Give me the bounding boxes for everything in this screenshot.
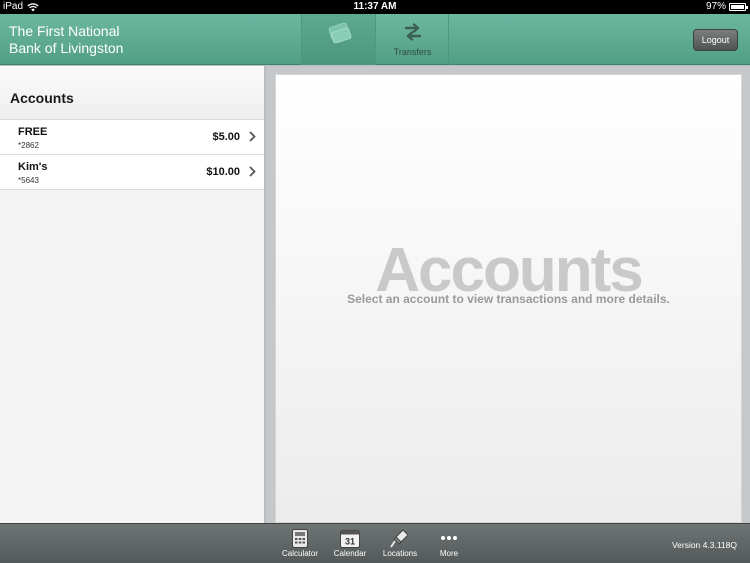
sidebar-title: Accounts [0,66,264,120]
placeholder-subtitle: Select an account to view transactions a… [347,292,670,306]
toolbar-more-label: More [439,549,459,558]
account-balance: $5.00 [212,131,240,143]
accounts-sidebar: Accounts FREE *2862 $5.00 Kim's *5643 $1… [0,66,265,523]
tab-transfers[interactable]: Transfers [375,14,449,65]
bank-name-line-2: Bank of Livingston [9,40,124,56]
calendar-icon: 31 [340,527,360,549]
account-name: Kim's [18,161,48,173]
toolbar-more[interactable]: More [424,527,474,563]
account-balance: $10.00 [206,166,240,178]
bottom-toolbar: Calculator 31 Calendar Locations More Ve… [0,523,750,563]
tab-divider [448,14,449,65]
status-time: 11:37 AM [353,1,397,12]
toolbar-calculator-label: Calculator [281,549,318,558]
toolbar-calendar[interactable]: 31 Calendar [325,527,375,563]
calculator-icon [292,527,308,549]
bank-name: The First National Bank of Livingston [9,23,123,57]
toolbar-calendar-label: Calendar [333,549,367,558]
toolbar-locations[interactable]: Locations [375,527,425,563]
bank-name-line-1: The First National [9,23,120,39]
chevron-right-icon [249,166,256,177]
logout-button[interactable]: Logout [693,29,738,51]
transfer-arrows-icon [376,23,449,41]
battery-percent: 97% [705,1,726,12]
account-number: *5643 [18,176,39,185]
version-label: Version 4.3.118Q [671,540,737,550]
toolbar-locations-label: Locations [382,549,418,558]
battery-icon [729,3,748,11]
accounts-cards-icon [302,23,375,43]
toolbar-calculator[interactable]: Calculator [275,527,325,563]
tab-accounts[interactable] [301,14,375,65]
status-bar: iPad 11:37 AM 97% [0,0,750,14]
chevron-right-icon [249,131,256,142]
account-row-free[interactable]: FREE *2862 $5.00 [0,120,264,155]
account-row-kims[interactable]: Kim's *5643 $10.00 [0,155,264,190]
calendar-day: 31 [345,536,355,546]
map-pin-icon [390,527,410,549]
app-header: The First National Bank of Livingston Tr… [0,14,750,65]
account-name: FREE [18,126,48,138]
tab-transfers-label: Transfers [393,47,432,57]
account-number: *2862 [18,141,39,150]
detail-panel: Accounts Select an account to view trans… [275,74,742,523]
more-dots-icon [440,527,458,549]
